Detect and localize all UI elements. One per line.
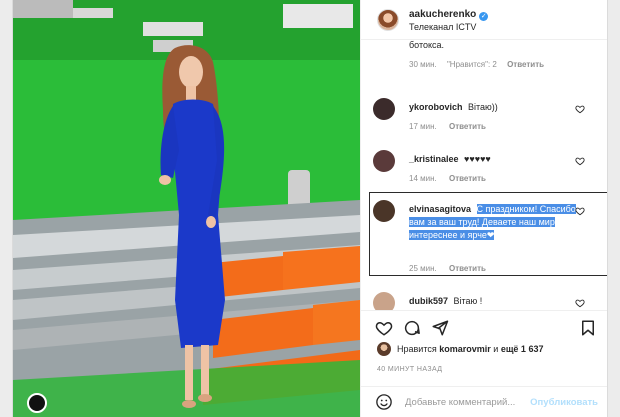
like-heart-icon[interactable] [375,319,393,337]
screenshot-frame: aakucherenko ✓ Телеканал ICTV ботокса. 30… [0,0,620,417]
comments-list: ботокса. 30 мин. "Нравится": 2 Ответить … [361,40,607,310]
comment-input[interactable]: Добавьте комментарий... [405,397,515,408]
comment-avatar[interactable] [373,98,395,120]
like-heart-icon[interactable] [575,206,585,216]
comment-reply[interactable]: Ответить [449,122,486,131]
comment-avatar[interactable] [373,292,395,310]
comment-tail-reply[interactable]: Ответить [507,60,544,69]
comment-tail-meta: 30 мин. "Нравится": 2 Ответить [409,60,544,69]
author-subtitle: Телеканал ICTV [409,21,477,32]
instagram-post: aakucherenko ✓ Телеканал ICTV ботокса. 30… [12,0,608,417]
comment-username[interactable]: ykorobovich [409,102,463,112]
comment-meta: 25 мин. Ответить [409,264,496,273]
comment-avatar[interactable] [373,150,395,172]
like-heart-icon[interactable] [575,298,585,308]
comment-tail: ботокса. 30 мин. "Нравится": 2 Ответить [409,40,544,69]
comment-text: Вітаю ! [453,296,483,306]
comment-body: _kristinalee ♥♥♥♥♥ [409,153,589,166]
comment-body: ykorobovich Вітаю)) [409,101,589,114]
action-bar [361,310,607,344]
likes-prefix: Нравится [397,344,437,354]
comment-bubble-icon[interactable] [403,319,421,337]
comment-meta: 17 мин. Ответить [409,122,496,131]
liker-username[interactable]: komarovmir [439,344,491,354]
comment-reply[interactable]: Ответить [449,264,486,273]
comment-time: 25 мин. [409,264,437,273]
comment-reply[interactable]: Ответить [449,174,486,183]
post-timestamp[interactable]: 40 МИНУТ НАЗАД [377,366,442,373]
verified-badge-icon: ✓ [479,11,489,21]
comment-time: 14 мин. [409,174,437,183]
comment-tail-text: ботокса. [409,40,445,50]
author-avatar[interactable] [377,8,399,31]
comment-body: dubik597 Вітаю ! [409,295,589,308]
add-comment-bar: Добавьте комментарий... Опубликовать [361,386,607,417]
bookmark-icon[interactable] [579,319,597,337]
post-header: aakucherenko ✓ Телеканал ICTV [361,0,607,40]
tv-studio-photo [13,0,360,417]
comment-username[interactable]: elvinasagitova [409,204,471,214]
publish-button[interactable]: Опубликовать [530,397,598,408]
author-info: aakucherenko ✓ Телеканал ICTV [409,6,489,34]
post-sidebar: aakucherenko ✓ Телеканал ICTV ботокса. 30… [360,0,607,417]
like-heart-icon[interactable] [575,104,585,114]
comment-username[interactable]: _kristinalee [409,154,459,164]
comment-time: 17 мин. [409,122,437,131]
comment-avatar[interactable] [373,200,395,222]
likes-summary: Нравится komarovmir и ещё 1 637 [377,342,543,356]
comment-tail-likes[interactable]: "Нравится": 2 [447,60,497,69]
comment-meta: 14 мин. Ответить [409,174,496,183]
post-photo[interactable] [13,0,360,417]
emoji-smile-icon[interactable] [375,393,393,411]
likes-count[interactable]: ещё 1 637 [501,344,544,354]
author-username[interactable]: aakucherenko [409,9,476,20]
comment-text: ♥♥♥♥♥ [464,154,491,164]
channel-logo-icon [27,393,47,413]
liker-avatar[interactable] [377,342,391,356]
comment-body: elvinasagitova С праздником! Спасибо вам… [409,203,589,242]
likes-suffix: и [493,344,499,354]
comment-text: Вітаю)) [468,102,498,112]
comment-tail-time: 30 мин. [409,60,437,69]
comment-username[interactable]: dubik597 [409,296,448,306]
share-send-icon[interactable] [431,319,449,337]
like-heart-icon[interactable] [575,156,585,166]
